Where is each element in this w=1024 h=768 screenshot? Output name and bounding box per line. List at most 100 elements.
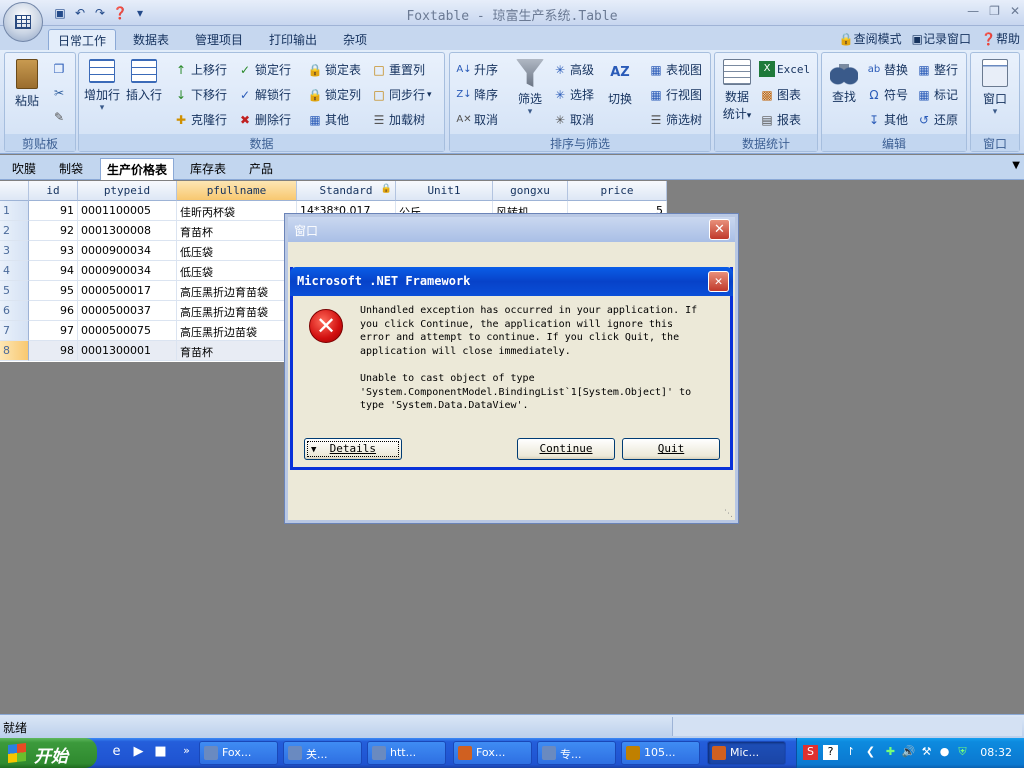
- column-header[interactable]: gongxu: [493, 181, 568, 201]
- table-view-button[interactable]: ▦ 表视图: [648, 61, 702, 78]
- tab-production-price[interactable]: 生产价格表: [100, 158, 175, 180]
- add-row-button[interactable]: 增加行 ▾: [81, 59, 123, 113]
- window-button[interactable]: 窗口 ▾: [975, 59, 1015, 117]
- column-header[interactable]: ptypeid: [78, 181, 177, 201]
- sort-ascending-button[interactable]: A↓ 升序: [456, 61, 498, 78]
- restore-button[interactable]: ↺ 还原: [916, 111, 958, 128]
- row-header[interactable]: 8: [0, 341, 29, 361]
- media-player-icon[interactable]: ▶: [130, 744, 147, 761]
- tab-inventory[interactable]: 库存表: [184, 158, 232, 180]
- table-cell[interactable]: 0000900034: [78, 241, 177, 261]
- move-up-button[interactable]: ↑ 上移行: [173, 61, 227, 78]
- table-cell[interactable]: 94: [29, 261, 78, 281]
- delete-row-button[interactable]: ✖ 删除行: [237, 111, 291, 128]
- taskbar-item[interactable]: Fox...: [453, 741, 532, 765]
- row-header[interactable]: 6: [0, 301, 29, 321]
- network-icon[interactable]: ↾: [843, 745, 858, 760]
- column-header[interactable]: Standard 🔒: [297, 181, 396, 201]
- tray-tool-icon[interactable]: ⚒: [919, 745, 934, 760]
- taskbar-item[interactable]: htt...: [367, 741, 446, 765]
- table-cell[interactable]: 91: [29, 201, 78, 221]
- cancel-sort-button[interactable]: A✕ 取消: [456, 111, 498, 128]
- tray-collapse-icon[interactable]: ❮: [863, 745, 878, 760]
- help-tray-icon[interactable]: ?: [823, 745, 838, 760]
- cancel-filter-button[interactable]: ✳ 取消: [552, 111, 594, 128]
- details-button[interactable]: ▼ Details: [304, 438, 402, 460]
- taskbar-item[interactable]: 关...: [283, 741, 362, 765]
- sogou-icon[interactable]: S: [803, 745, 818, 760]
- mark-button[interactable]: ▦ 标记: [916, 86, 958, 103]
- tab-misc[interactable]: 杂项: [334, 29, 376, 50]
- symbol-button[interactable]: Ω 符号: [866, 86, 908, 103]
- unlock-row-button[interactable]: ✓ 解锁行: [237, 86, 291, 103]
- table-cell[interactable]: 育苗杯: [177, 341, 297, 361]
- table-cell[interactable]: 98: [29, 341, 78, 361]
- tab-list-chevron-icon[interactable]: ▼: [1012, 160, 1020, 171]
- taskbar-item[interactable]: 105...: [621, 741, 700, 765]
- volume-icon[interactable]: 🔊: [901, 745, 916, 760]
- row-header[interactable]: 1: [0, 201, 29, 221]
- load-tree-button[interactable]: ☰ 加载树: [371, 111, 425, 128]
- filter-tree-button[interactable]: ☰ 筛选树: [648, 111, 702, 128]
- table-cell[interactable]: 0001300001: [78, 341, 177, 361]
- column-header[interactable]: Unit1: [396, 181, 493, 201]
- reset-column-button[interactable]: □ 重置列: [371, 61, 425, 78]
- cut-button[interactable]: ✂: [51, 85, 67, 101]
- lock-table-button[interactable]: 🔒 锁定表: [307, 61, 362, 78]
- ie-icon[interactable]: e: [108, 744, 125, 761]
- table-cell[interactable]: 0001100005: [78, 201, 177, 221]
- advanced-filter-button[interactable]: ✳ 高级: [552, 61, 594, 78]
- insert-row-button[interactable]: 插入行: [123, 59, 165, 103]
- table-cell[interactable]: 高压黑折边育苗袋: [177, 301, 297, 321]
- row-header[interactable]: 5: [0, 281, 29, 301]
- whole-row-button[interactable]: ▦ 整行: [916, 61, 958, 78]
- table-cell[interactable]: 高压黑折边苗袋: [177, 321, 297, 341]
- column-header[interactable]: id: [29, 181, 78, 201]
- other-button[interactable]: ▦ 其他: [307, 111, 349, 128]
- chart-button[interactable]: ▩ 图表: [759, 86, 801, 103]
- table-cell[interactable]: 92: [29, 221, 78, 241]
- move-down-button[interactable]: ↓ 下移行: [173, 86, 227, 103]
- table-cell[interactable]: 0000500017: [78, 281, 177, 301]
- view-mode-button[interactable]: 🔒查阅模式: [839, 30, 902, 47]
- column-header[interactable]: pfullname: [177, 181, 297, 201]
- data-stats-button[interactable]: 数据 统计▾: [717, 59, 757, 122]
- security-icon[interactable]: ⛨: [955, 745, 970, 760]
- select-filter-button[interactable]: ✳ 选择: [552, 86, 594, 103]
- table-cell[interactable]: 0000900034: [78, 261, 177, 281]
- close-icon[interactable]: ✕: [1010, 4, 1020, 18]
- tab-blown-film[interactable]: 吹膜: [6, 158, 42, 180]
- close-window-button[interactable]: ✕: [709, 219, 730, 240]
- tab-bag-making[interactable]: 制袋: [53, 158, 89, 180]
- application-menu-button[interactable]: [3, 2, 43, 42]
- tab-daily-work[interactable]: 日常工作: [48, 29, 117, 50]
- quicklaunch-more-icon[interactable]: »: [178, 744, 195, 761]
- table-cell[interactable]: 0001300008: [78, 221, 177, 241]
- record-window-button[interactable]: ▣记录窗口: [912, 30, 971, 47]
- taskbar-item[interactable]: Mic...: [707, 741, 786, 765]
- minimize-icon[interactable]: —: [967, 4, 979, 18]
- table-cell[interactable]: 低压袋: [177, 261, 297, 281]
- grid-corner[interactable]: [0, 181, 29, 201]
- taskbar-item[interactable]: Fox...: [199, 741, 278, 765]
- table-cell[interactable]: 97: [29, 321, 78, 341]
- table-cell[interactable]: 96: [29, 301, 78, 321]
- format-painter-button[interactable]: ✎: [51, 109, 67, 125]
- app-launch-icon[interactable]: ■: [152, 744, 169, 761]
- find-button[interactable]: 查找: [824, 59, 864, 105]
- tab-manage-project[interactable]: 管理项目: [186, 29, 252, 50]
- table-cell[interactable]: 佳昕丙杯袋: [177, 201, 297, 221]
- edit-other-button[interactable]: ↧ 其他: [866, 111, 908, 128]
- tray-app-icon[interactable]: ✚: [883, 745, 898, 760]
- row-header[interactable]: 3: [0, 241, 29, 261]
- table-cell[interactable]: 低压袋: [177, 241, 297, 261]
- start-button[interactable]: 开始: [0, 738, 97, 768]
- table-cell[interactable]: 95: [29, 281, 78, 301]
- report-button[interactable]: ▤ 报表: [759, 111, 801, 128]
- copy-button[interactable]: ❐: [51, 61, 67, 77]
- table-cell[interactable]: 0000500037: [78, 301, 177, 321]
- quit-button[interactable]: Quit: [622, 438, 720, 460]
- restore-icon[interactable]: ❐: [989, 4, 1000, 18]
- paste-button[interactable]: 粘贴: [9, 59, 45, 109]
- continue-button[interactable]: Continue: [517, 438, 615, 460]
